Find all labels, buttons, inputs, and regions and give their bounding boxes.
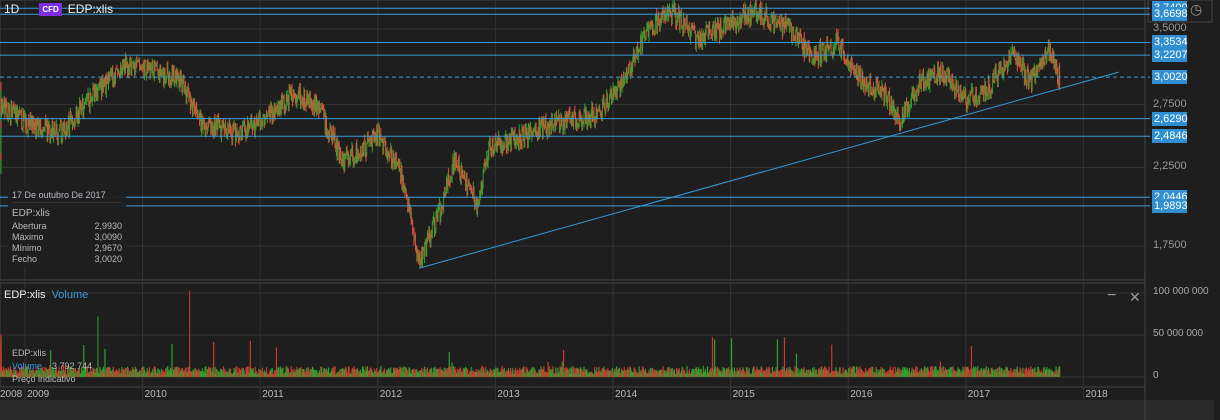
- volume-axis-label: 0: [1153, 370, 1159, 381]
- year-label: 2014: [615, 389, 638, 400]
- tooltip-row: Máximo 3,0090: [12, 232, 122, 243]
- volume-symbol: EDP:xlis: [4, 289, 46, 301]
- price-level-label[interactable]: 2,6290: [1152, 111, 1188, 126]
- year-label: 2008: [0, 389, 23, 400]
- tooltip-date: 17 De outubro De 2017: [12, 189, 122, 203]
- price-axis-label: 3,5000: [1153, 22, 1187, 35]
- price-axis-label: 2,7500: [1153, 97, 1187, 110]
- tooltip-row: Mínimo 2,9670: [12, 243, 122, 254]
- minimize-pane-button[interactable]: −: [1107, 287, 1116, 305]
- tooltip-row-value: 2,9930: [94, 221, 122, 231]
- tooltip-row-value: 2,9670: [94, 243, 122, 253]
- year-label: 2015: [732, 389, 755, 400]
- year-label: 2016: [850, 389, 873, 400]
- tooltip-row: Abertura 2,9930: [12, 221, 122, 232]
- volume-axis-label: 50 000 000: [1153, 328, 1204, 339]
- chart-header: 1D CFD EDP:xlis: [4, 2, 113, 16]
- close-pane-button[interactable]: ✕: [1129, 289, 1141, 306]
- price-level-label[interactable]: 3,2207: [1152, 48, 1188, 63]
- year-label: 2011: [262, 389, 284, 400]
- year-label: 2009: [27, 389, 50, 400]
- chart-window: 1D CFD EDP:xlis ‒ ◷ 3,74003,66983,35343,…: [0, 0, 1214, 420]
- volume-info-symbol: EDP:xlis: [12, 348, 47, 358]
- volume-pane-header: EDP:xlis Volume: [4, 289, 88, 301]
- symbol-label[interactable]: EDP:xlis: [68, 2, 113, 16]
- tooltip-row-value: 3,0090: [94, 232, 122, 242]
- price-axis-label: 1,7500: [1153, 239, 1187, 251]
- volume-info-label: Volume: [12, 361, 43, 371]
- year-label: 2017: [967, 389, 991, 400]
- interval-button[interactable]: 1D: [4, 2, 19, 16]
- volume-indicator-label[interactable]: Volume: [52, 289, 89, 301]
- tooltip-row-label: Fecho: [12, 254, 38, 264]
- year-label: 2010: [144, 389, 167, 400]
- volume-axis-label: 100 000 000: [1153, 286, 1209, 297]
- price-level-label[interactable]: 1,9893: [1152, 198, 1188, 213]
- tooltip-row-label: Máximo: [12, 232, 44, 242]
- tooltip-row-value: 3,0020: [94, 254, 122, 264]
- volume-info-value: 3 792 744: [52, 361, 93, 371]
- cfd-badge: CFD: [39, 2, 62, 16]
- price-level-label[interactable]: 2,4846: [1152, 129, 1188, 144]
- volume-info: EDP:xlis Volume 3 792 744 Preço indicati…: [12, 347, 92, 386]
- chart-canvas[interactable]: [0, 0, 1214, 420]
- tooltip-row-label: Mínimo: [12, 243, 42, 253]
- indicative-price-note: Preço indicativo: [12, 374, 76, 384]
- year-label: 2013: [497, 389, 520, 400]
- price-level-label[interactable]: 3,0020: [1152, 70, 1188, 85]
- tooltip-symbol: EDP:xlis: [12, 208, 50, 219]
- year-label: 2018: [1085, 389, 1108, 400]
- bottom-bar: [0, 400, 1214, 420]
- tooltip-row-label: Abertura: [12, 221, 47, 231]
- ohlc-tooltip: 17 De outubro De 2017 EDP:xlis Abertura 2…: [8, 187, 126, 267]
- price-axis-label: 2,2500: [1153, 160, 1187, 173]
- tooltip-row: Fecho 3,0020: [12, 254, 122, 265]
- clock-icon[interactable]: ◷: [1190, 1, 1202, 18]
- price-level-label[interactable]: 3,6698: [1152, 7, 1188, 22]
- year-label: 2012: [379, 389, 403, 400]
